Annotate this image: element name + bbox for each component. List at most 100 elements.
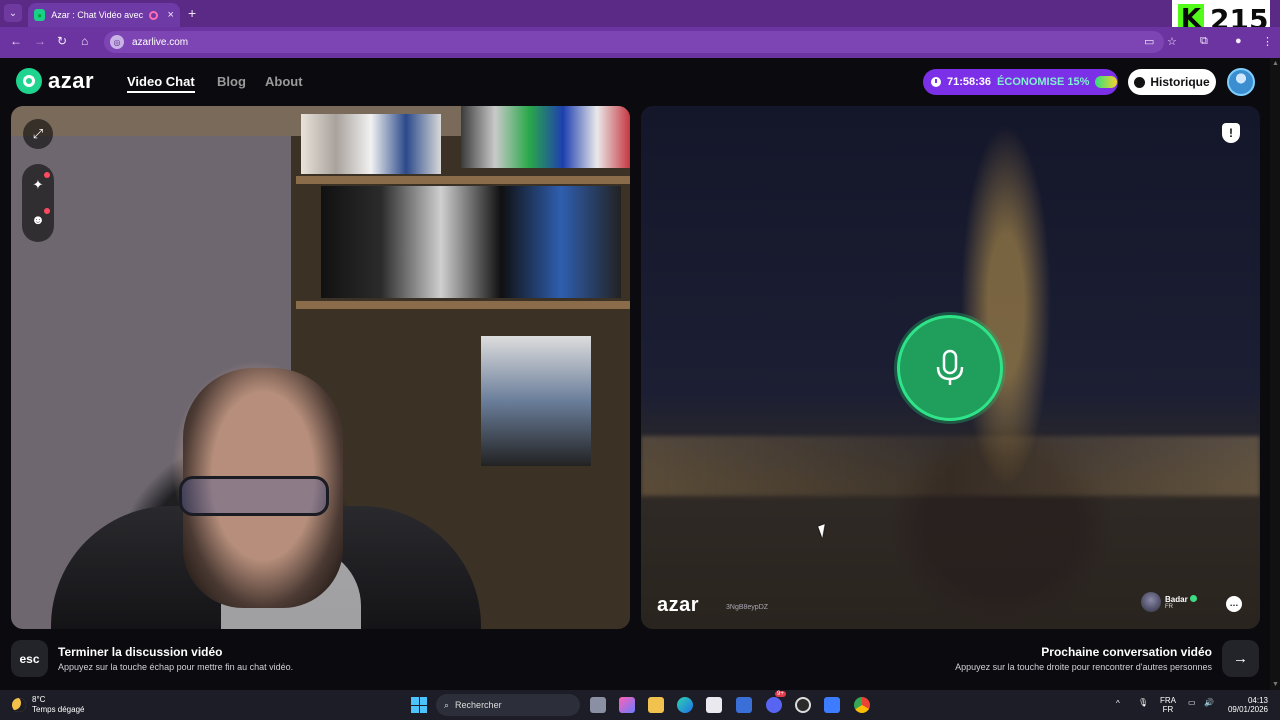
browser-tab-bar: ⌄ ● Azar : Chat Vidéo avec de n × + [0, 0, 1280, 27]
mic-status-indicator [894, 312, 1006, 424]
next-arrow-button[interactable]: → [1222, 640, 1259, 677]
microphone-tray-icon[interactable]: 🎙 [1138, 698, 1148, 707]
partner-text: Badar FR [1165, 594, 1197, 610]
notification-dot [44, 208, 50, 214]
url-field[interactable]: ◎ azarlive.com [104, 31, 1164, 53]
partner-name-row: Badar [1165, 594, 1197, 604]
next-chat-title: Prochaine conversation vidéo [1041, 645, 1212, 659]
person-glasses [179, 476, 329, 516]
new-tab-button[interactable]: + [188, 5, 196, 21]
mic-circle [897, 315, 1003, 421]
close-tab-icon[interactable]: × [168, 9, 174, 21]
weather-desc: Temps dégagé [32, 705, 85, 714]
microphone-icon [936, 349, 964, 385]
face-mask-icon[interactable]: ☻ [29, 211, 47, 229]
azar-logo-icon [16, 68, 42, 94]
next-chat-subtitle: Appuyez sur la touche droite pour rencon… [955, 662, 1212, 672]
extensions-icon[interactable]: ⧉ [1200, 35, 1208, 48]
books-stack [301, 114, 441, 174]
file-explorer-icon[interactable] [648, 697, 664, 713]
partner-name: Badar [1165, 594, 1188, 604]
obs-icon[interactable] [795, 697, 811, 713]
edge-icon[interactable] [677, 697, 693, 713]
network-icon[interactable]: ▭ [1188, 698, 1196, 707]
city-lights [641, 436, 1260, 496]
nav-about[interactable]: About [265, 74, 303, 89]
app-icon[interactable] [824, 697, 840, 713]
azar-logo-text: azar [48, 68, 95, 93]
windows-taskbar: 8°C Temps dégagé ⌕ Rechercher 9+ ^ 🎙 FRA… [0, 690, 1280, 720]
chat-bubble-icon[interactable]: … [1226, 596, 1242, 612]
desk-items [481, 336, 591, 466]
partner-video-feed: ! azar 3NgB8eypDZ Badar FR … [641, 106, 1260, 629]
language-top: FRA [1160, 696, 1176, 705]
azar-favicon-icon: ● [34, 9, 46, 21]
search-icon: ⌕ [444, 699, 450, 710]
moon-weather-icon [12, 698, 26, 712]
esc-key-button[interactable]: esc [11, 640, 48, 677]
history-clock-icon [1134, 76, 1146, 88]
volume-icon[interactable]: 🔊 [1204, 698, 1214, 707]
taskbar-search[interactable]: ⌕ Rechercher [436, 694, 580, 716]
language-bottom: FR [1162, 705, 1174, 714]
scroll-up-icon[interactable]: ▲ [1272, 60, 1279, 67]
forward-arrow-icon[interactable]: → [34, 34, 46, 48]
history-label: Historique [1150, 75, 1210, 89]
install-app-icon[interactable]: ▭ [1144, 35, 1154, 48]
copilot-icon[interactable] [619, 697, 635, 713]
tab-search-chevron-icon[interactable]: ⌄ [4, 4, 22, 22]
back-arrow-icon[interactable]: ← [10, 34, 22, 48]
partner-info[interactable]: Badar FR [1141, 592, 1197, 612]
weather-text: 8°C Temps dégagé [32, 695, 84, 715]
browser-tab-azar[interactable]: ● Azar : Chat Vidéo avec de n × [28, 3, 180, 27]
language-indicator[interactable]: FRA FR [1160, 696, 1176, 714]
browser-address-bar: ← → ↻ ⌂ ◎ azarlive.com ▭ ☆ ⧉ ● ⋮ [0, 27, 1280, 58]
keyboard-hints-bar: esc Terminer la discussion vidéo Appuyez… [0, 630, 1270, 690]
sparkle-effects-icon[interactable]: ✦ [29, 176, 47, 194]
history-button[interactable]: Historique [1128, 69, 1216, 95]
tab-title: Azar : Chat Vidéo avec de n [51, 10, 143, 20]
chrome-icon[interactable] [854, 697, 870, 713]
watermark-id: 3NgB8eypDZ [726, 604, 769, 611]
show-hidden-icons-chevron[interactable]: ^ [1116, 699, 1120, 708]
reload-icon[interactable]: ↻ [57, 34, 67, 48]
home-icon[interactable]: ⌂ [81, 34, 88, 48]
verified-badge-icon [1189, 594, 1197, 602]
effects-toolbar: ✦ ☻ [22, 164, 54, 242]
weather-temp: 8°C [32, 695, 46, 704]
windows-start-icon[interactable] [411, 697, 427, 713]
clock[interactable]: 04:13 09/01/2026 [1226, 696, 1268, 714]
taskbar-search-label: Rechercher [455, 700, 502, 710]
azar-watermark: azar [657, 594, 700, 616]
clock-time: 04:13 [1247, 696, 1268, 705]
scroll-down-icon[interactable]: ▼ [1272, 681, 1279, 688]
gems-icon [1095, 76, 1118, 88]
user-avatar[interactable] [1227, 68, 1255, 96]
end-chat-subtitle: Appuyez sur la touche échap pour mettre … [58, 662, 294, 672]
clock-date: 09/01/2026 [1227, 705, 1268, 714]
site-info-icon[interactable]: ◎ [110, 35, 124, 49]
nav-blog[interactable]: Blog [217, 74, 246, 89]
azar-logo[interactable]: azar [16, 68, 94, 94]
self-video-feed: ⤢ ✦ ☻ [11, 106, 630, 629]
promo-timer: 71:58:36 [947, 76, 992, 88]
weather-widget[interactable]: 8°C Temps dégagé [12, 695, 84, 715]
expand-video-icon[interactable]: ⤢ [23, 119, 53, 149]
shelf [296, 301, 630, 309]
shelf-boxes [321, 186, 621, 298]
report-shield-icon[interactable]: ! [1222, 123, 1240, 143]
browser-menu-icon[interactable]: ⋮ [1262, 35, 1273, 48]
store-icon[interactable] [706, 697, 722, 713]
recording-indicator-icon [148, 10, 158, 20]
bookmark-star-icon[interactable]: ☆ [1167, 35, 1177, 48]
discord-icon[interactable] [766, 697, 782, 713]
task-view-icon[interactable] [590, 697, 606, 713]
discord-badge: 9+ [775, 691, 786, 697]
promo-timer-button[interactable]: 71:58:36 ÉCONOMISE 15% [923, 69, 1118, 95]
profile-icon[interactable]: ● [1235, 35, 1242, 47]
site-header: azar Video Chat Blog About 71:58:36 ÉCON… [0, 58, 1270, 104]
nav-video-chat[interactable]: Video Chat [127, 74, 195, 93]
notification-dot [44, 172, 50, 178]
mail-icon[interactable] [736, 697, 752, 713]
page-scrollbar[interactable]: ▲ ▼ [1270, 58, 1280, 690]
